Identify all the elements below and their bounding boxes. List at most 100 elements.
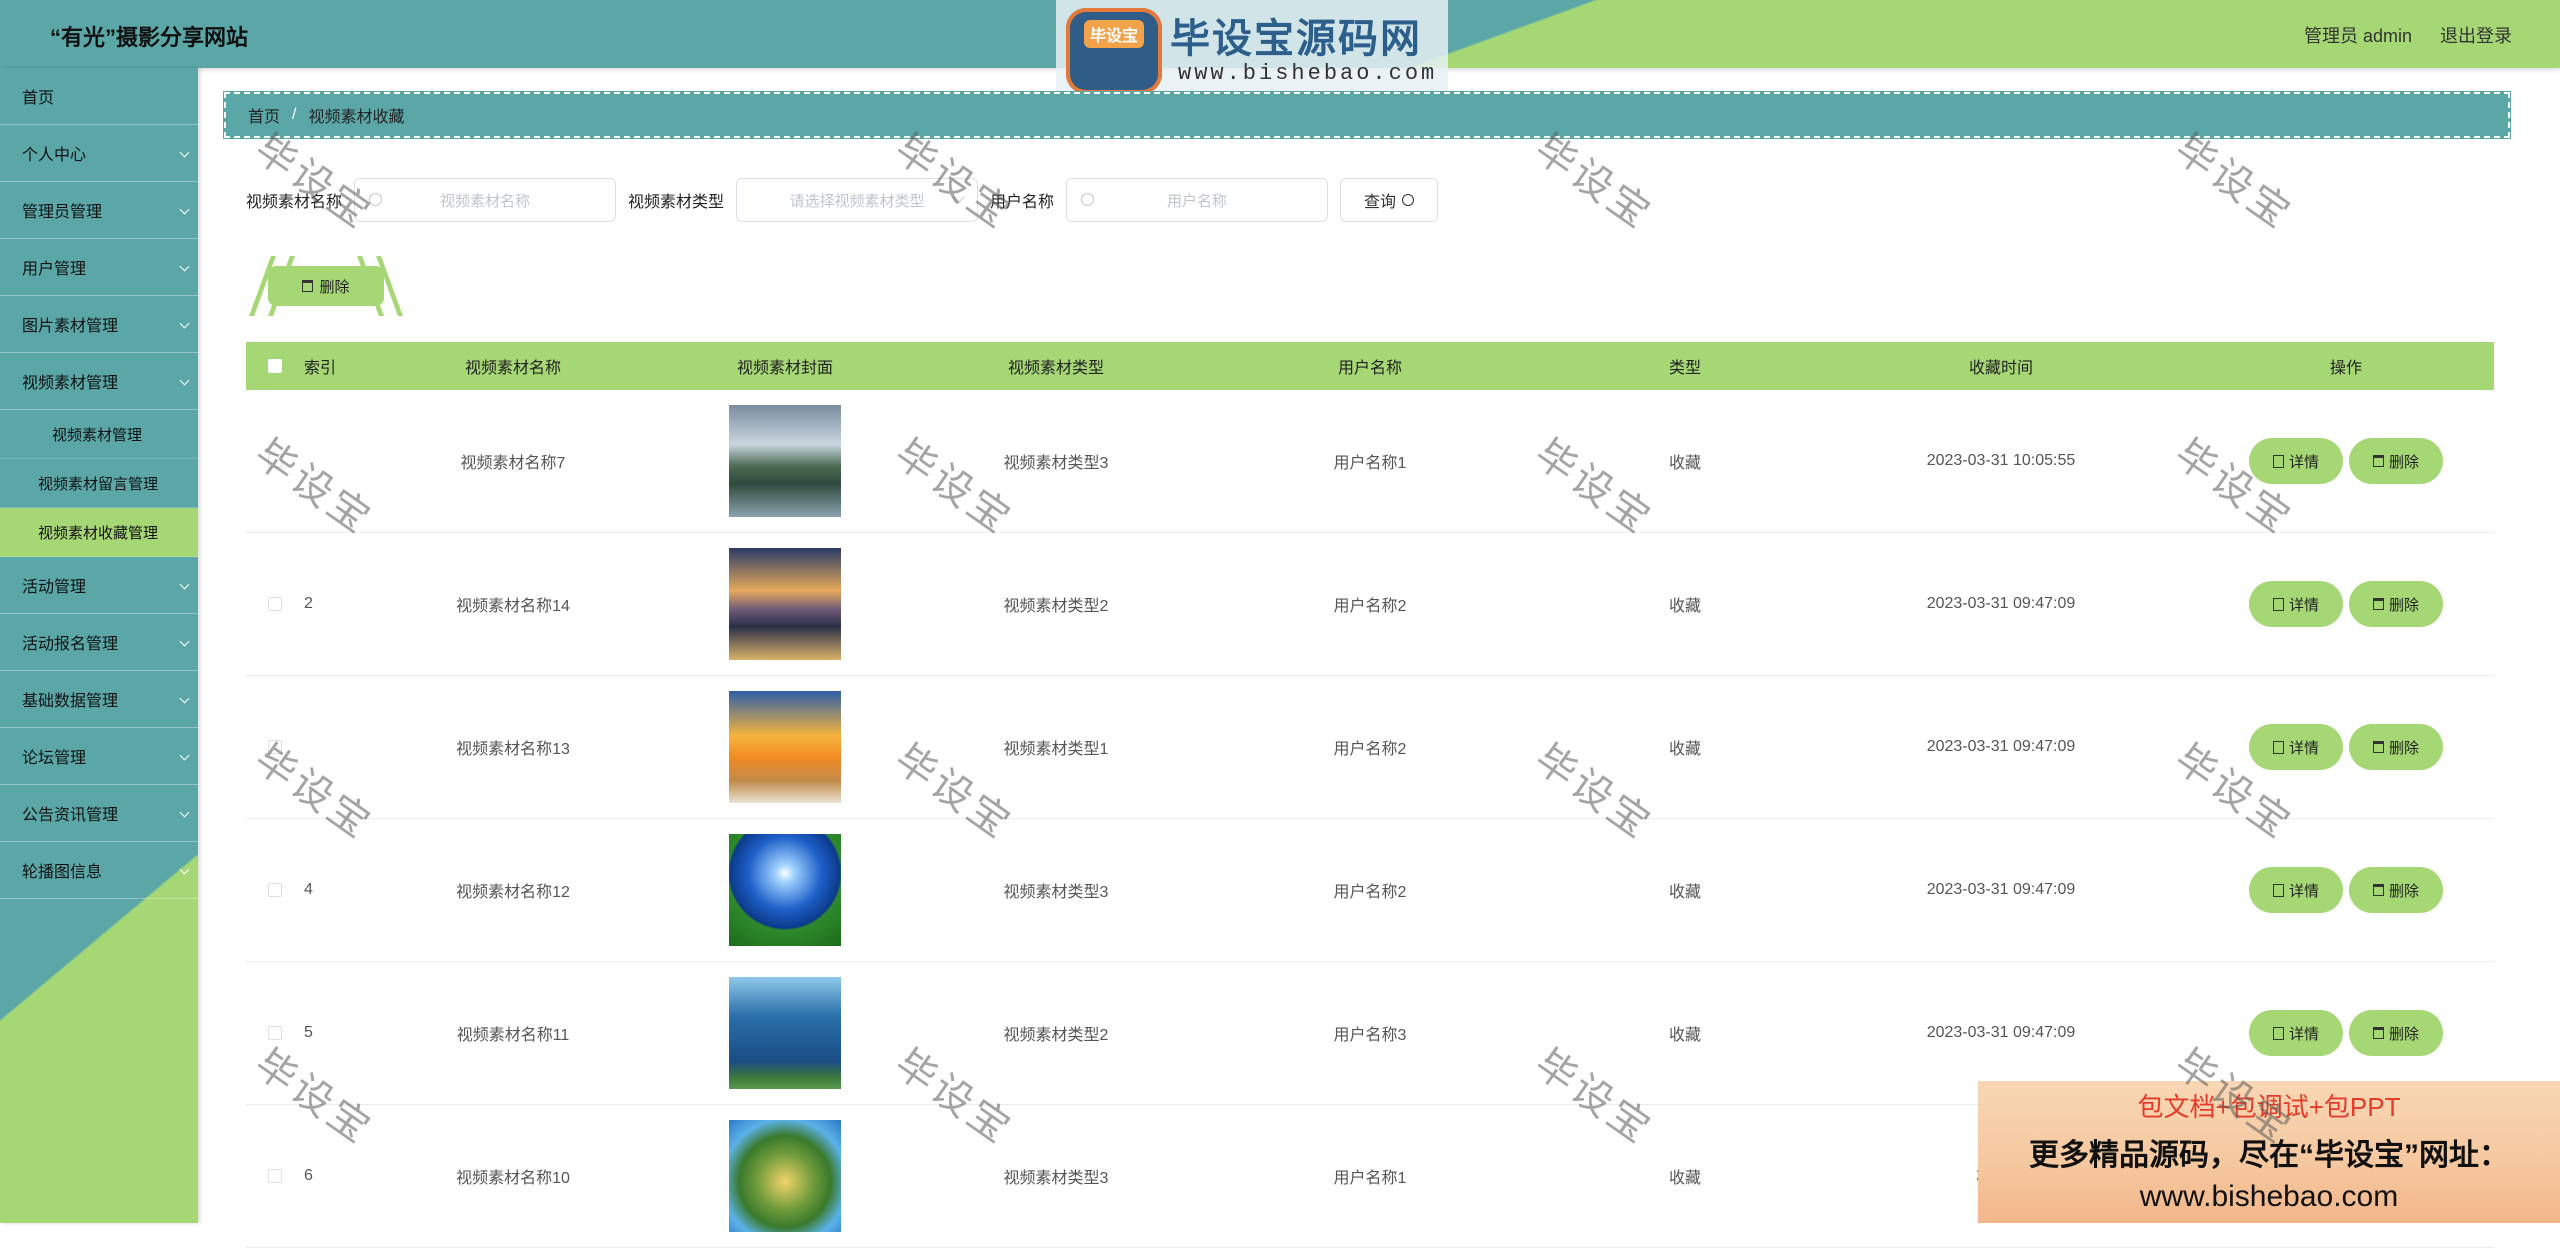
cell-kind: 收藏 [1668, 455, 1701, 472]
chevron-down-icon [179, 579, 190, 590]
sidebar-item[interactable]: 首页 [0, 68, 198, 125]
admin-user-label[interactable]: 管理员 admin [2304, 22, 2412, 48]
table-row: 视频素材名称13 视频素材类型1 用户名称2 收藏 2023-03-31 09:47:0… [246, 676, 2494, 819]
sidebar-item[interactable]: 视频素材管理 [0, 353, 198, 410]
ad-banner[interactable]: 包文档+包调试+包PPT 更多精品源码，尽在“毕设宝”网址： www.bishe… [1978, 1081, 2560, 1223]
cell-index: 6 [304, 1167, 313, 1184]
cell-type: 视频素材类型2 [1003, 1027, 1109, 1044]
sidebar-item[interactable]: 活动管理 [0, 557, 198, 614]
delete-button[interactable]: 删除 [2352, 441, 2440, 481]
delete-button[interactable]: 删除 [2352, 1013, 2440, 1053]
detail-button[interactable]: 详情 [2252, 870, 2340, 910]
sidebar-item[interactable]: 论坛管理 [0, 728, 198, 785]
sidebar-item[interactable]: 公告资讯管理 [0, 785, 198, 842]
batch-delete-button[interactable]: 删除 [268, 266, 384, 306]
cell-user: 用户名称2 [1333, 598, 1407, 615]
select-all-checkbox[interactable] [268, 359, 282, 373]
logout-link[interactable]: 退出登录 [2440, 22, 2512, 48]
user-filter-input[interactable]: 用户名称 [1066, 178, 1329, 222]
table-header: 索引 视频素材名称 视频素材封面 视频素材类型 用户名称 类型 收藏时间 操作 [246, 342, 2494, 390]
sidebar-item[interactable]: 管理员管理 [0, 182, 198, 239]
cell-user: 用户名称2 [1333, 884, 1407, 901]
cell-type: 视频素材类型1 [1003, 741, 1109, 758]
detail-button[interactable]: 详情 [2252, 727, 2340, 767]
ad-line-3: www.bishebao.com [2139, 1180, 2399, 1213]
document-icon [2272, 740, 2284, 754]
document-icon [2272, 454, 2284, 468]
breadcrumb-home[interactable]: 首页 [248, 103, 280, 127]
header-user: 用户名称 [1337, 360, 1402, 377]
cell-name: 视频素材名称7 [460, 455, 566, 472]
chevron-down-icon [179, 261, 190, 272]
table-row: 2 视频素材名称14 视频素材类型2 用户名称2 收藏 2023-03-31 09:47:… [246, 533, 2494, 676]
trash-icon [2372, 741, 2384, 753]
cell-kind: 收藏 [1668, 1027, 1701, 1044]
row-checkbox[interactable] [268, 1169, 282, 1183]
sidebar-item-label: 视频素材管理 [22, 375, 119, 392]
chevron-down-icon [179, 693, 190, 704]
search-bar: 视频素材名称 视频素材名称 视频素材类型 请选择视频素材类型 用户名称 用户名称… [246, 178, 1439, 222]
name-filter-label: 视频素材名称 [246, 194, 343, 211]
delete-button[interactable]: 删除 [2352, 584, 2440, 624]
cell-index: 4 [304, 881, 313, 898]
row-checkbox[interactable] [268, 740, 282, 754]
delete-button[interactable]: 删除 [2352, 870, 2440, 910]
trash-icon [2372, 1027, 2384, 1039]
query-button[interactable]: 查询 [1340, 178, 1439, 222]
header-index: 索引 [304, 360, 337, 377]
detail-button[interactable]: 详情 [2252, 441, 2340, 481]
ad-line-1: 包文档+包调试+包PPT [2137, 1092, 2401, 1122]
search-icon [1081, 193, 1095, 206]
chevron-down-icon [179, 807, 190, 818]
sidebar: 首页 个人中心 管理员管理 用户管理 图片素材管理 视频素材管理 视频素材管理 视频素材留言管… [0, 68, 198, 1223]
type-filter-select[interactable]: 请选择视频素材类型 [736, 178, 979, 222]
cover-thumbnail[interactable] [729, 977, 841, 1089]
cover-thumbnail[interactable] [729, 548, 841, 660]
cell-name: 视频素材名称13 [456, 741, 570, 758]
sidebar-item-label: 轮播图信息 [22, 864, 103, 881]
sidebar-item-label: 管理员管理 [22, 204, 103, 221]
search-icon [369, 193, 383, 206]
sidebar-item[interactable]: 图片素材管理 [0, 296, 198, 353]
cover-thumbnail[interactable] [729, 405, 841, 517]
breadcrumb: 首页 / 视频素材收藏 [223, 91, 2511, 139]
delete-button[interactable]: 删除 [2352, 727, 2440, 767]
row-checkbox[interactable] [268, 883, 282, 897]
sidebar-item[interactable]: 活动报名管理 [0, 614, 198, 671]
row-checkbox[interactable] [268, 1026, 282, 1040]
cover-thumbnail[interactable] [729, 691, 841, 803]
type-filter-label: 视频素材类型 [628, 194, 725, 211]
cell-name: 视频素材名称11 [456, 1027, 570, 1044]
sidebar-item-label: 首页 [22, 90, 55, 107]
row-checkbox[interactable] [268, 597, 282, 611]
trash-icon [2372, 455, 2384, 467]
sidebar-item[interactable]: 轮播图信息 [0, 842, 198, 899]
sidebar-item[interactable]: 个人中心 [0, 125, 198, 182]
cell-index: 2 [304, 595, 313, 612]
sidebar-item-label: 活动管理 [22, 579, 87, 596]
sidebar-item-label: 论坛管理 [22, 750, 87, 767]
cell-type: 视频素材类型2 [1003, 598, 1109, 615]
cell-time: 2023-03-31 09:47:09 [1926, 1024, 2076, 1041]
sidebar-subitem[interactable]: 视频素材收藏管理 [0, 508, 198, 557]
chevron-down-icon [179, 147, 190, 158]
cover-thumbnail[interactable] [729, 1120, 841, 1232]
cell-kind: 收藏 [1668, 741, 1701, 758]
sidebar-item[interactable]: 用户管理 [0, 239, 198, 296]
document-icon [2272, 1026, 2284, 1040]
table-row: 视频素材名称7 视频素材类型3 用户名称1 收藏 2023-03-31 10:05:55… [246, 390, 2494, 533]
sidebar-item[interactable]: 基础数据管理 [0, 671, 198, 728]
sidebar-subitem[interactable]: 视频素材管理 [0, 410, 198, 459]
table-row: 4 视频素材名称12 视频素材类型3 用户名称2 收藏 2023-03-31 09:47:… [246, 819, 2494, 962]
document-icon [2272, 597, 2284, 611]
detail-button[interactable]: 详情 [2252, 584, 2340, 624]
cell-user: 用户名称3 [1333, 1027, 1407, 1044]
name-filter-input[interactable]: 视频素材名称 [354, 178, 617, 222]
trash-icon [2372, 598, 2384, 610]
breadcrumb-separator: / [292, 106, 297, 123]
detail-button[interactable]: 详情 [2252, 1013, 2340, 1053]
cover-thumbnail[interactable] [729, 834, 841, 946]
sidebar-subitem[interactable]: 视频素材留言管理 [0, 459, 198, 508]
trash-icon [302, 280, 314, 292]
row-checkbox[interactable] [268, 454, 282, 468]
